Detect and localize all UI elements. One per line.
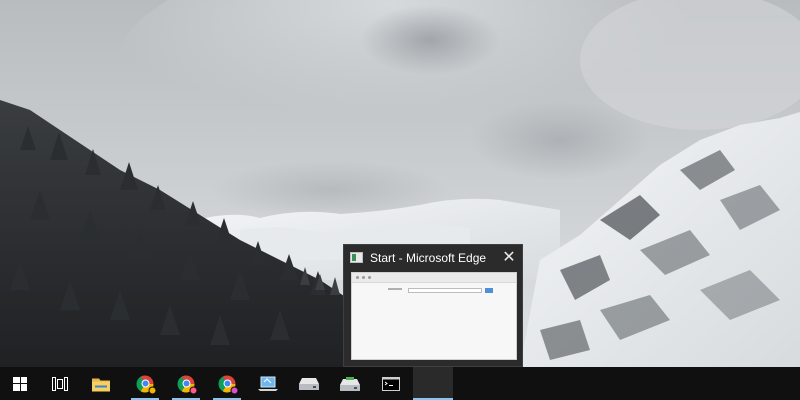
chrome-button-1[interactable] xyxy=(125,367,165,400)
chrome-icon xyxy=(136,375,157,394)
taskbar-window-preview[interactable]: Start - Microsoft Edge ✕ xyxy=(343,244,523,367)
drive-button-1[interactable] xyxy=(289,367,329,400)
folder-icon xyxy=(92,378,110,391)
windows-logo-icon xyxy=(13,376,27,391)
window-thumbnail[interactable] xyxy=(351,272,517,360)
disk-drive-icon xyxy=(299,377,319,390)
command-prompt-button[interactable] xyxy=(371,367,411,400)
task-view-button[interactable] xyxy=(40,367,80,400)
drive-button-2[interactable] xyxy=(330,367,370,400)
thumbnail-toolbar xyxy=(352,273,516,283)
profile-badge-icon xyxy=(148,386,157,394)
profile-badge-icon xyxy=(189,386,198,394)
thumbnail-search-button xyxy=(485,288,493,293)
chrome-icon xyxy=(177,375,198,394)
chrome-icon xyxy=(218,375,239,394)
preview-window-title: Start - Microsoft Edge xyxy=(370,251,487,265)
remote-desktop-button[interactable] xyxy=(248,367,288,400)
preview-header: Start - Microsoft Edge ✕ xyxy=(344,245,522,271)
taskbar xyxy=(0,367,800,400)
terminal-icon xyxy=(382,376,400,391)
thumbnail-logo xyxy=(388,288,402,290)
profile-badge-icon xyxy=(230,386,239,394)
file-explorer-button[interactable] xyxy=(81,367,121,400)
task-view-icon xyxy=(52,376,68,391)
usb-drive-icon xyxy=(340,376,360,391)
laptop-icon xyxy=(258,376,278,391)
chrome-button-3[interactable] xyxy=(207,367,247,400)
edge-active-button[interactable] xyxy=(413,367,453,400)
edge-window-icon xyxy=(350,252,363,263)
start-button[interactable] xyxy=(0,367,40,400)
chrome-button-2[interactable] xyxy=(166,367,206,400)
close-icon[interactable]: ✕ xyxy=(500,249,518,267)
thumbnail-search-box xyxy=(408,288,482,293)
